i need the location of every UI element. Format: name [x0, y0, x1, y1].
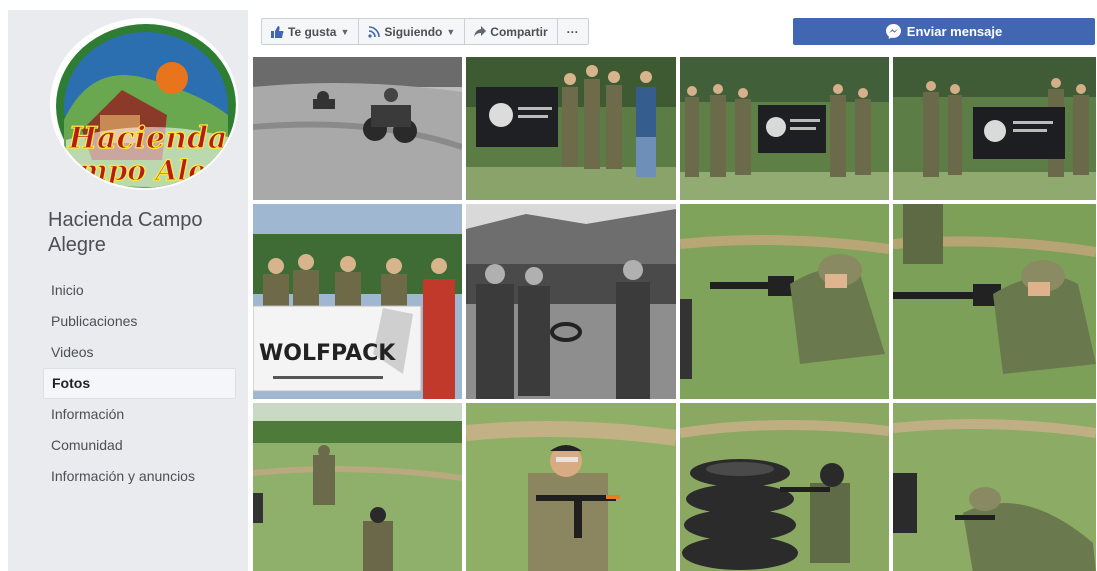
group-flag-photo — [680, 57, 889, 200]
svg-text:mpo Ale: mpo Ale — [78, 154, 206, 187]
photo-tile[interactable] — [680, 57, 889, 200]
share-arrow-icon — [474, 26, 487, 37]
photo-grid: WOLFPACK — [253, 57, 1097, 571]
chevron-down-icon: ▼ — [340, 26, 350, 37]
group-flag-photo — [466, 57, 676, 200]
tires-cover-photo — [680, 403, 889, 571]
photo-tile[interactable] — [893, 57, 1096, 200]
wolfpack-banner-text: WOLFPACK — [259, 341, 396, 366]
soldiers-walking-photo — [466, 204, 676, 399]
send-message-label: Enviar mensaje — [906, 24, 1003, 39]
page-action-bar: Te gusta ▼ Siguiendo ▼ Compartir ··· — [261, 18, 589, 45]
sidebar-item-publicaciones[interactable]: Publicaciones — [43, 306, 236, 337]
sidebar-item-videos[interactable]: Videos — [43, 337, 236, 368]
chevron-down-icon: ▼ — [446, 26, 456, 37]
photo-tile[interactable] — [680, 403, 889, 571]
prone-shooter-photo — [893, 403, 1096, 571]
more-options-button[interactable]: ··· — [558, 19, 588, 44]
messenger-icon — [885, 24, 901, 39]
photo-tile[interactable] — [466, 204, 676, 399]
send-message-button[interactable]: Enviar mensaje — [793, 18, 1095, 45]
kneeling-rifle-photo — [893, 204, 1096, 399]
kneeling-rifle-photo — [680, 204, 889, 399]
hacienda-logo: Hacienda mpo Ale — [56, 24, 236, 188]
photo-tile[interactable]: WOLFPACK — [253, 204, 462, 399]
photo-tile[interactable] — [253, 57, 462, 200]
photo-tile[interactable] — [893, 403, 1096, 571]
page-profile-picture[interactable]: Hacienda mpo Ale — [50, 18, 238, 190]
group-flag-photo — [893, 57, 1096, 200]
thumbs-up-icon — [271, 25, 284, 38]
photo-tile[interactable] — [680, 204, 889, 399]
sidebar-item-informacion-anuncios[interactable]: Información y anuncios — [43, 461, 236, 492]
rss-icon — [368, 25, 381, 38]
like-label: Te gusta — [288, 24, 337, 39]
sidebar-item-fotos[interactable]: Fotos — [43, 368, 236, 399]
photo-tile[interactable] — [466, 57, 676, 200]
page-nav: Inicio Publicaciones Videos Fotos Inform… — [43, 275, 236, 492]
share-label: Compartir — [490, 24, 548, 39]
share-button[interactable]: Compartir — [465, 19, 558, 44]
svg-text:Hacienda: Hacienda — [68, 121, 228, 156]
more-icon: ··· — [566, 24, 579, 39]
sidebar-item-informacion[interactable]: Información — [43, 399, 236, 430]
photo-tile[interactable] — [893, 204, 1096, 399]
photo-tile[interactable] — [466, 403, 676, 571]
photo-tile[interactable] — [253, 403, 462, 571]
field-advance-photo — [253, 403, 462, 571]
wolfpack-banner-photo: WOLFPACK — [253, 204, 462, 399]
sidebar-item-inicio[interactable]: Inicio — [43, 275, 236, 306]
follow-label: Siguiendo — [384, 24, 443, 39]
follow-button[interactable]: Siguiendo ▼ — [359, 19, 466, 44]
left-sidebar: Hacienda mpo Ale Hacienda Campo Alegre I… — [8, 10, 248, 571]
like-button[interactable]: Te gusta ▼ — [262, 19, 360, 44]
page-title[interactable]: Hacienda Campo Alegre — [48, 208, 238, 258]
sidebar-item-comunidad[interactable]: Comunidad — [43, 430, 236, 461]
motorcycles-photo — [253, 57, 462, 200]
player-rifle-photo — [466, 403, 676, 571]
